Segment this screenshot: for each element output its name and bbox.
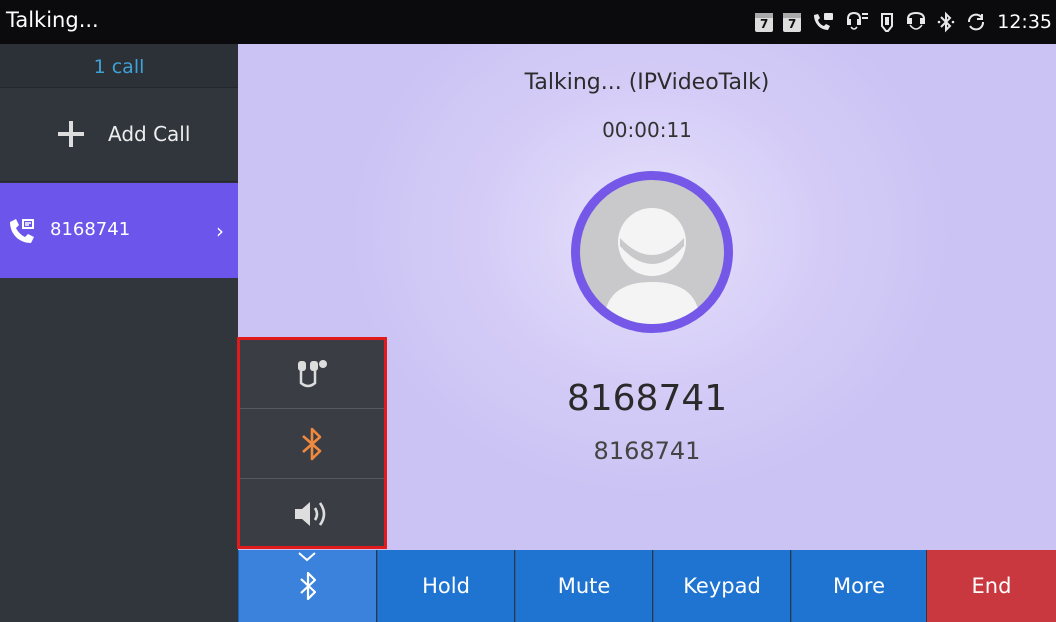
call-list-item[interactable]: 8168741 › [0,183,238,278]
bluetooth-option[interactable] [238,408,386,478]
status-icons: 7 7 12:35 [755,0,1052,44]
usb-icon [879,11,895,33]
audio-channel-popup [238,338,386,548]
headset-icon [298,360,327,388]
bluetooth-icon [299,571,316,601]
headset-signal-icon [845,11,869,33]
chevron-down-icon[interactable] [297,551,317,563]
hold-button[interactable]: Hold [377,550,514,622]
headset-option[interactable] [238,338,386,408]
chevron-right-icon: › [216,219,224,243]
avatar [571,171,733,333]
call-list-panel: 1 call Add Call 8168741 › [0,44,238,622]
sync-icon [965,11,987,33]
calendar-icon: 7 [783,12,802,32]
status-bar: Talking... 7 7 12:35 [0,0,1056,44]
calendar-icon: 7 [755,12,774,32]
mute-button[interactable]: Mute [515,550,652,622]
bluetooth-icon [937,11,955,33]
add-call-button[interactable]: Add Call [0,88,238,182]
end-call-button[interactable]: End [927,550,1056,622]
status-bar-title: Talking... [6,8,99,32]
keypad-button[interactable]: Keypad [653,550,790,622]
bluetooth-icon [302,427,322,460]
headset-icon [905,11,927,33]
status-time: 12:35 [997,11,1052,33]
speaker-icon [295,501,326,526]
call-item-number: 8168741 [50,219,131,240]
phone-in-call-icon [8,217,36,245]
add-call-label: Add Call [108,122,191,146]
call-status: Talking... (IPVideoTalk) [524,70,770,95]
call-count: 1 call [0,44,238,88]
call-duration: 00:00:11 [602,118,692,142]
phone-message-icon [811,11,835,33]
more-button[interactable]: More [791,550,926,622]
speaker-option[interactable] [238,478,386,548]
call-toolbar: Hold Mute Keypad More End [0,550,1056,622]
plus-icon [58,121,84,147]
